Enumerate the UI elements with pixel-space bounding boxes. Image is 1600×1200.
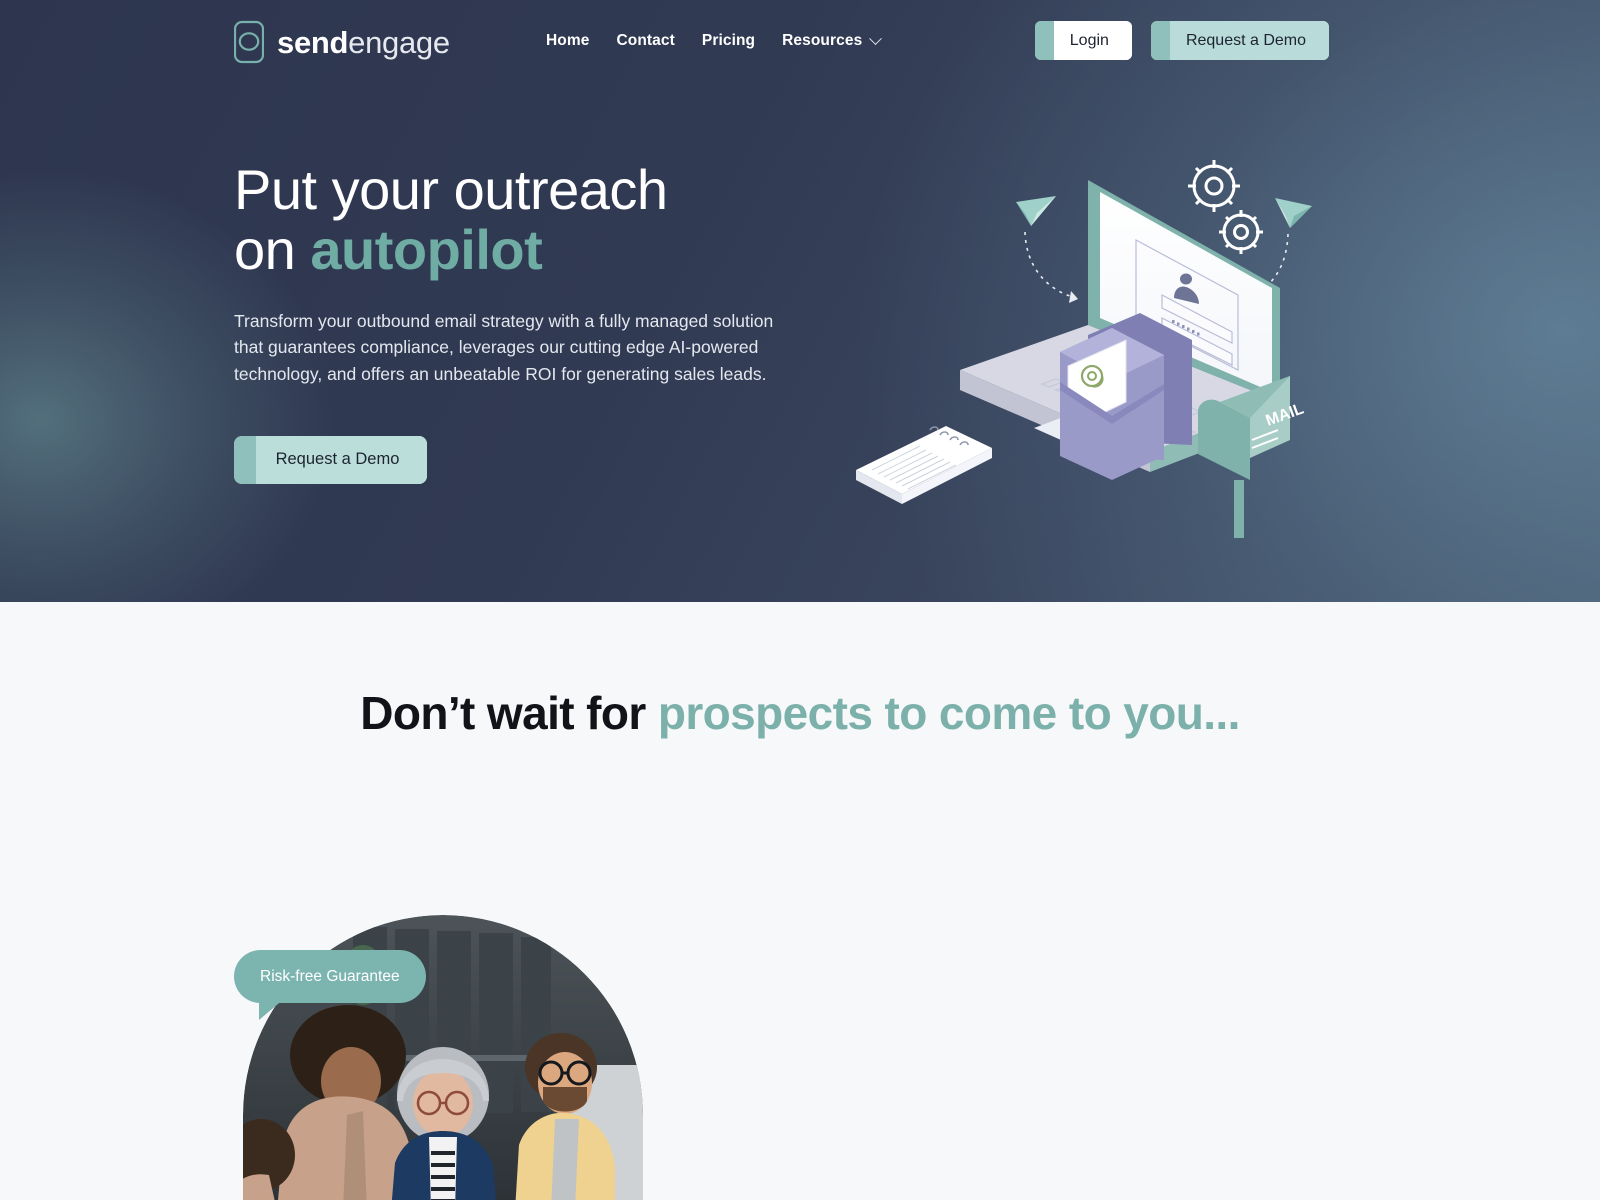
nav-link-pricing[interactable]: Pricing [702,32,755,50]
hero-section: sendengage Home Contact Pricing Resource… [0,0,1600,602]
nav-link-home[interactable]: Home [546,32,589,50]
brand-logo-light: engage [348,24,450,60]
top-navigation-bar: sendengage Home Contact Pricing Resource… [0,0,1600,84]
hero-headline-line2-plain: on [234,217,311,281]
risk-free-guarantee-badge: Risk-free Guarantee [234,950,426,1003]
chevron-down-icon [869,31,883,45]
gear-large-icon [1188,160,1240,212]
nav-link-resources-label: Resources [782,32,863,49]
login-button-label: Login [1053,21,1132,60]
hero-demo-button-label: Request a Demo [256,435,427,484]
mailbox-icon: MAIL [1198,376,1306,538]
nav-links: Home Contact Pricing Resources [546,31,883,50]
nav-link-contact[interactable]: Contact [616,32,674,50]
hero-demo-accent-strip [234,435,256,484]
hero-headline-line1: Put your outreach [234,158,668,221]
notepad-icon [856,426,992,504]
hero-headline-accent: autopilot [310,217,543,281]
brand-logo-bold: send [277,24,349,60]
brand-logo[interactable]: sendengage [234,20,450,64]
brand-logo-text: sendengage [277,27,450,58]
login-button[interactable]: Login [1034,21,1132,60]
hero-illustration: MAIL [820,140,1320,540]
paper-plane-right-icon [1275,198,1312,228]
request-demo-nav-button[interactable]: Request a Demo [1150,21,1329,60]
hero-copy: Put your outreach on autopilot Transform… [234,160,834,484]
gear-small-icon [1219,210,1263,254]
landing-page: sendengage Home Contact Pricing Resource… [0,0,1600,1200]
hero-headline: Put your outreach on autopilot [234,160,834,280]
sendengage-logo-mark-icon [234,20,264,64]
prospects-section: Don’t wait for prospects to come to you.… [0,602,1600,1200]
request-demo-nav-accent-strip [1150,21,1170,60]
nav-action-buttons: Login Request a Demo [1034,21,1329,60]
paper-plane-left-icon [1016,196,1056,226]
nav-link-resources[interactable]: Resources [782,31,883,50]
team-photo-block: Risk-free Guarantee [234,910,643,1200]
hero-request-demo-button[interactable]: Request a Demo [234,435,427,484]
section-headline-accent: prospects to come to you... [657,687,1240,739]
login-button-accent-strip [1034,21,1054,60]
hero-paragraph: Transform your outbound email strategy w… [234,310,774,384]
section-headline-plain: Don’t wait for [360,687,658,739]
isometric-email-automation-illustration-icon: MAIL [856,160,1312,538]
section-headline: Don’t wait for prospects to come to you.… [0,686,1600,740]
request-demo-nav-label: Request a Demo [1169,21,1329,60]
